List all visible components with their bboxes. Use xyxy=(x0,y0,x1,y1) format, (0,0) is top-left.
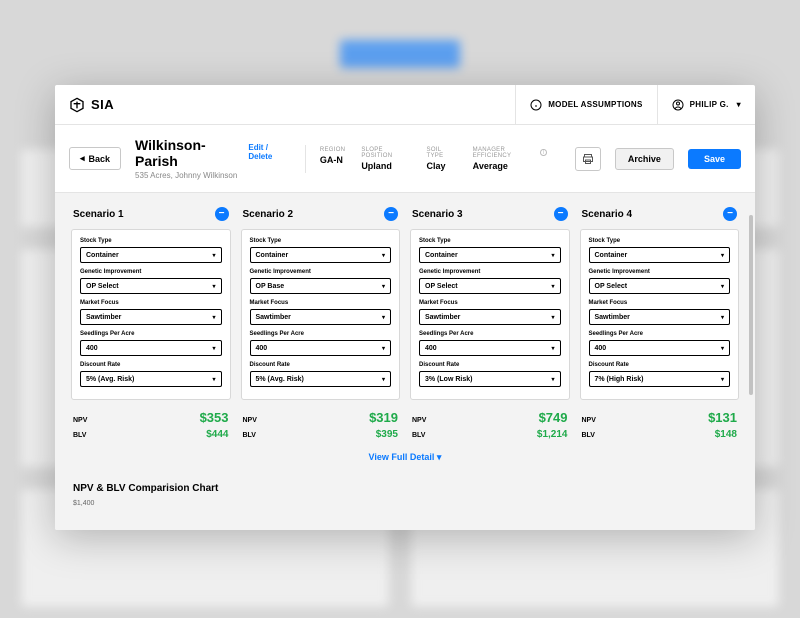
market-focus-select[interactable]: Sawtimber▾ xyxy=(80,309,222,325)
scenario-card: Stock TypeContainer▾Genetic ImprovementO… xyxy=(580,229,740,400)
market-focus-select[interactable]: Sawtimber▾ xyxy=(419,309,561,325)
brand: SIA xyxy=(55,97,515,113)
npv-value: $319 xyxy=(369,410,398,425)
scenario-card: Stock TypeContainer▾Genetic ImprovementO… xyxy=(241,229,401,400)
chart-y-max: $1,400 xyxy=(73,500,739,507)
seedlings-select[interactable]: 400▾ xyxy=(250,340,392,356)
blv-label: BLV xyxy=(243,432,256,439)
discount-rate-select[interactable]: 5% (Avg. Risk)▾ xyxy=(80,371,222,387)
scenario-card: Stock TypeContainer▾Genetic ImprovementO… xyxy=(71,229,231,400)
blv-value: $1,214 xyxy=(537,429,568,440)
view-full-detail-link[interactable]: View Full Detail ▾ xyxy=(71,452,739,463)
chevron-down-icon: ▾ xyxy=(382,345,385,352)
blv-label: BLV xyxy=(73,432,86,439)
page-title: Wilkinson-Parish xyxy=(135,137,240,169)
save-button[interactable]: Save xyxy=(688,149,741,169)
user-icon xyxy=(672,99,684,111)
genetic-improvement-select[interactable]: OP Base▾ xyxy=(250,278,392,294)
scenario-title: Scenario 1 xyxy=(73,209,124,220)
chevron-down-icon: ▾ xyxy=(212,283,215,290)
discount-rate-select[interactable]: 3% (Low Risk)▾ xyxy=(419,371,561,387)
content-area: Scenario 1−Stock TypeContainer▾Genetic I… xyxy=(55,193,755,530)
seedlings-select[interactable]: 400▾ xyxy=(80,340,222,356)
stock-type-select[interactable]: Container▾ xyxy=(589,247,731,263)
chevron-down-icon: ▾ xyxy=(551,345,554,352)
archive-button[interactable]: Archive xyxy=(615,148,674,170)
scenario-modal: SIA MODEL ASSUMPTIONS PHILIP G. ▾ ◂ Back… xyxy=(55,85,755,530)
info-icon[interactable]: i xyxy=(540,149,546,156)
scenario-title: Scenario 2 xyxy=(243,209,294,220)
stock-type-select[interactable]: Container▾ xyxy=(419,247,561,263)
chevron-down-icon: ▾ xyxy=(721,283,724,290)
blv-value: $148 xyxy=(715,429,737,440)
blv-value: $395 xyxy=(376,429,398,440)
blv-label: BLV xyxy=(412,432,425,439)
stock-type-select[interactable]: Container▾ xyxy=(250,247,392,263)
back-button[interactable]: ◂ Back xyxy=(69,147,121,170)
chevron-down-icon: ▾ xyxy=(551,376,554,383)
npv-value: $749 xyxy=(539,410,568,425)
scenario-title: Scenario 4 xyxy=(582,209,633,220)
genetic-improvement-select[interactable]: OP Select▾ xyxy=(80,278,222,294)
chevron-down-icon: ▾ xyxy=(382,252,385,259)
chevron-down-icon: ▾ xyxy=(721,345,724,352)
header: ◂ Back Wilkinson-Parish Edit / Delete 53… xyxy=(55,125,755,193)
stock-type-select[interactable]: Container▾ xyxy=(80,247,222,263)
seedlings-select[interactable]: 400▾ xyxy=(589,340,731,356)
print-button[interactable] xyxy=(575,147,601,171)
chevron-left-icon: ◂ xyxy=(80,153,85,164)
chevron-down-icon: ▾ xyxy=(382,314,385,321)
chevron-down-icon: ▾ xyxy=(721,376,724,383)
chevron-down-icon: ▾ xyxy=(212,252,215,259)
blv-label: BLV xyxy=(582,432,595,439)
scenario-title: Scenario 3 xyxy=(412,209,463,220)
seedlings-select[interactable]: 400▾ xyxy=(419,340,561,356)
market-focus-select[interactable]: Sawtimber▾ xyxy=(589,309,731,325)
chevron-down-icon: ▾ xyxy=(551,252,554,259)
remove-scenario-icon[interactable]: − xyxy=(384,207,398,221)
subtitle: 535 Acres, Johnny Wilkinson xyxy=(135,171,291,180)
chart-title: NPV & BLV Comparision Chart xyxy=(73,483,739,494)
divider xyxy=(305,145,306,173)
blv-value: $444 xyxy=(206,429,228,440)
brand-name: SIA xyxy=(91,97,114,112)
info-icon xyxy=(530,99,542,111)
npv-value: $131 xyxy=(708,410,737,425)
topbar: SIA MODEL ASSUMPTIONS PHILIP G. ▾ xyxy=(55,85,755,125)
remove-scenario-icon[interactable]: − xyxy=(723,207,737,221)
delete-link[interactable]: Delete xyxy=(248,152,272,161)
meta-block: REGIONGA-N SLOPE POSITIONUpland SOIL TYP… xyxy=(320,147,547,171)
remove-scenario-icon[interactable]: − xyxy=(554,207,568,221)
discount-rate-select[interactable]: 5% (Avg. Risk)▾ xyxy=(250,371,392,387)
chevron-down-icon: ▾ xyxy=(437,452,442,462)
edit-link[interactable]: Edit xyxy=(248,143,263,152)
genetic-improvement-select[interactable]: OP Select▾ xyxy=(589,278,731,294)
chevron-down-icon: ▾ xyxy=(551,283,554,290)
npv-label: NPV xyxy=(243,417,257,424)
genetic-improvement-select[interactable]: OP Select▾ xyxy=(419,278,561,294)
discount-rate-select[interactable]: 7% (High Risk)▾ xyxy=(589,371,731,387)
print-icon xyxy=(582,153,594,165)
scenario-card: Stock TypeContainer▾Genetic ImprovementO… xyxy=(410,229,570,400)
npv-value: $353 xyxy=(200,410,229,425)
chevron-down-icon: ▾ xyxy=(382,283,385,290)
chevron-down-icon: ▾ xyxy=(212,314,215,321)
npv-label: NPV xyxy=(582,417,596,424)
chevron-down-icon: ▾ xyxy=(721,252,724,259)
model-assumptions-button[interactable]: MODEL ASSUMPTIONS xyxy=(515,85,656,124)
chevron-down-icon: ▾ xyxy=(737,100,741,109)
brand-hex-icon xyxy=(69,97,85,113)
chevron-down-icon: ▾ xyxy=(212,345,215,352)
user-menu[interactable]: PHILIP G. ▾ xyxy=(657,85,755,124)
chevron-down-icon: ▾ xyxy=(382,376,385,383)
chevron-down-icon: ▾ xyxy=(551,314,554,321)
chevron-down-icon: ▾ xyxy=(721,314,724,321)
scrollbar[interactable] xyxy=(749,215,753,395)
chevron-down-icon: ▾ xyxy=(212,376,215,383)
npv-label: NPV xyxy=(412,417,426,424)
market-focus-select[interactable]: Sawtimber▾ xyxy=(250,309,392,325)
remove-scenario-icon[interactable]: − xyxy=(215,207,229,221)
npv-label: NPV xyxy=(73,417,87,424)
